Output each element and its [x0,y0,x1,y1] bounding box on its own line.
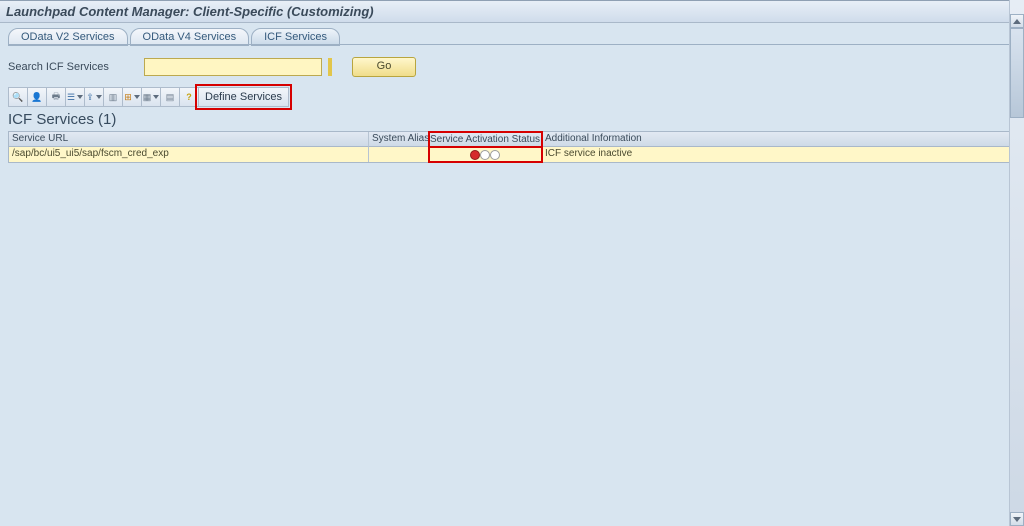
status-light-red-icon [470,150,480,160]
cell-status [429,147,542,162]
section-title: ICF Services (1) [8,111,1016,128]
filter-icon[interactable]: ☰ [65,87,85,107]
icf-services-table: Service URL System Alias Service Activat… [8,131,1016,163]
layout-icon[interactable]: ▦ [141,87,161,107]
tabs-row: OData V2 Services OData V4 Services ICF … [0,23,1024,45]
grid-icon[interactable]: ▤ [160,87,180,107]
cell-info: ICF service inactive [542,147,1016,162]
col-header-status[interactable]: Service Activation Status [429,132,542,147]
status-light-yellow-icon [480,150,490,160]
search-label: Search ICF Services [8,61,138,73]
print-icon[interactable]: 🖶 [46,87,66,107]
user-icon[interactable]: 👤 [27,87,47,107]
search-f4-handle[interactable] [328,58,332,76]
column-icon[interactable]: ▥ [103,87,123,107]
toolbar: 🔍 👤 🖶 ☰ ⇪ ▥ ⊞ ▦ ▤ ? Define Services [0,87,1024,107]
col-header-alias[interactable]: System Alias [369,132,429,147]
cell-alias [369,147,429,162]
export-icon[interactable]: ⇪ [84,87,104,107]
scroll-up-icon[interactable] [1010,14,1024,28]
go-button[interactable]: Go [352,57,416,77]
scroll-thumb[interactable] [1010,28,1024,118]
cell-url: /sap/bc/ui5_ui5/sap/fscm_cred_exp [9,147,369,162]
table-row[interactable]: /sap/bc/ui5_ui5/sap/fscm_cred_exp ICF se… [9,147,1016,162]
col-header-info[interactable]: Additional Information [542,132,1016,147]
col-header-url[interactable]: Service URL [9,132,369,147]
define-services-button[interactable]: Define Services [198,87,289,107]
vertical-scrollbar[interactable] [1009,0,1024,526]
table-header: Service URL System Alias Service Activat… [9,132,1016,147]
search-input[interactable] [144,58,322,76]
excel-icon[interactable]: ⊞ [122,87,142,107]
detail-icon[interactable]: 🔍 [8,87,28,107]
status-light-green-icon [490,150,500,160]
help-icon[interactable]: ? [179,87,199,107]
scroll-down-icon[interactable] [1010,512,1024,526]
page-title: Launchpad Content Manager: Client-Specif… [0,1,1024,23]
